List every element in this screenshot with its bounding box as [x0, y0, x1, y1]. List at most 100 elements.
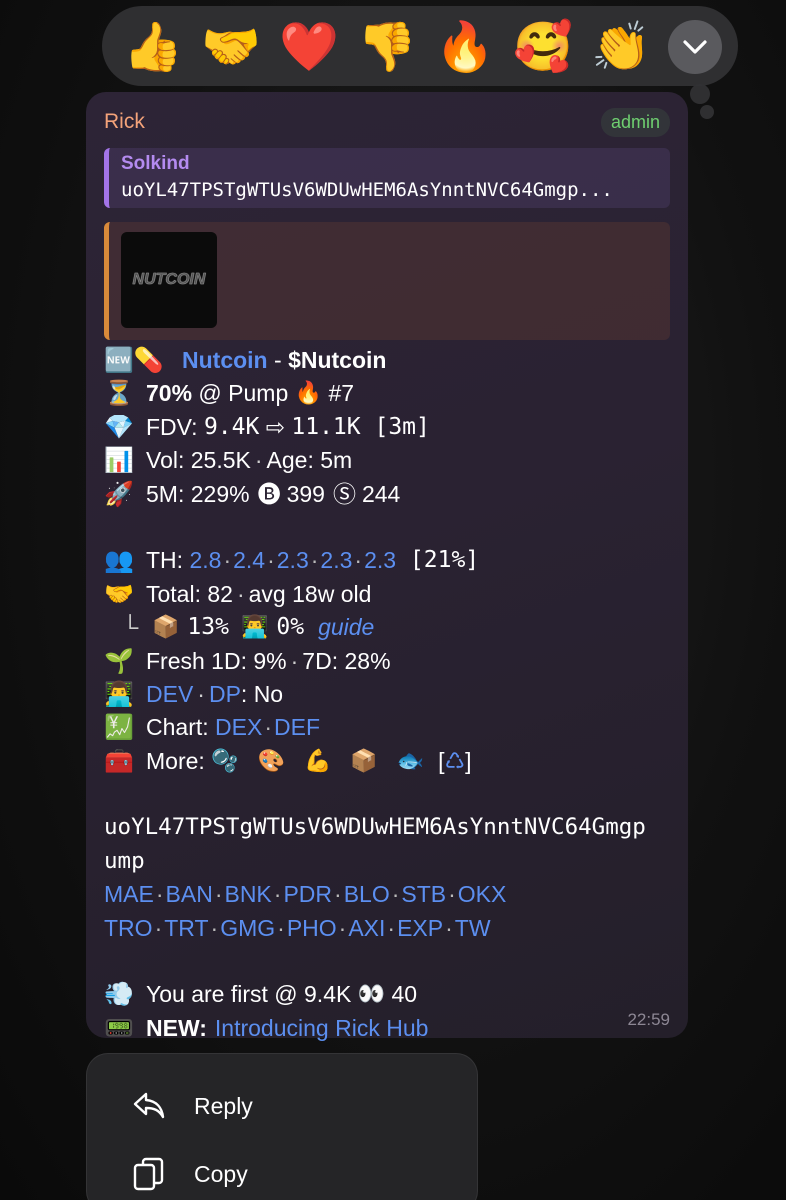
- fivem-label: 5M:: [146, 480, 191, 507]
- news-label: NEW:: [146, 1014, 207, 1041]
- tw-link[interactable]: TW: [455, 912, 491, 945]
- holder-link[interactable]: 2.8: [189, 544, 221, 577]
- pho-link[interactable]: PHO: [287, 912, 337, 945]
- more-tool-icons[interactable]: 🫧 🎨 💪 📦 🐟: [211, 745, 430, 778]
- new-pill-icon: 🆕💊: [104, 346, 164, 374]
- separator-dot: ·: [223, 547, 232, 574]
- blo-link[interactable]: BLO: [344, 878, 390, 911]
- separator-dot: ·: [197, 680, 205, 707]
- copy-icon: [131, 1156, 167, 1192]
- thumbs-down-reaction[interactable]: 👎: [348, 7, 426, 85]
- dp-link[interactable]: DP: [209, 678, 241, 711]
- heart-reaction[interactable]: ❤️: [270, 7, 348, 85]
- buys-count: 399: [286, 480, 325, 507]
- trt-link[interactable]: TRT: [164, 912, 208, 945]
- ban-link[interactable]: BAN: [166, 878, 213, 911]
- holder-breakdown-line: └ 📦 13% 👨‍💻 0% guide: [104, 611, 670, 644]
- handshake-reaction[interactable]: 🤝: [192, 7, 270, 85]
- fresh-1d: 9%: [253, 647, 287, 674]
- reaction-bar: 👍 🤝 ❤️ 👎 🔥 🥰 👏: [102, 6, 738, 86]
- dash-icon: 💨: [104, 980, 134, 1009]
- viewer-count: 40: [385, 981, 418, 1008]
- holder-link[interactable]: 2.3: [364, 544, 396, 577]
- token-dash: -: [267, 347, 289, 373]
- sells-icon: Ⓢ: [332, 480, 356, 507]
- tro-link[interactable]: TRO: [104, 912, 153, 945]
- recycle-link[interactable]: ♺: [445, 745, 466, 778]
- reply-label: Reply: [194, 1092, 253, 1119]
- mae-link[interactable]: MAE: [104, 878, 154, 911]
- fdv-label: FDV:: [146, 413, 204, 440]
- contract-address[interactable]: uoYL47TPSTgWTUsV6WDUwHEM6AsYnntNVC64Gmgp: [104, 811, 646, 844]
- quote-text: uoYL47TPSTgWTUsV6WDUwHEM6AsYnntNVC64Gmgp…: [121, 179, 613, 201]
- dev-percent: 0%: [276, 614, 305, 641]
- bnk-link[interactable]: BNK: [224, 878, 271, 911]
- nutcoin-logo[interactable]: NUTCOIN: [121, 232, 217, 328]
- thumbs-up-reaction[interactable]: 👍: [114, 7, 192, 85]
- dex-link[interactable]: DEX: [215, 711, 262, 744]
- separator-dot: ·: [277, 914, 285, 941]
- rick-hub-link[interactable]: Introducing Rick Hub: [215, 1012, 429, 1045]
- reaction-bar-tail-small: [700, 105, 714, 119]
- more-label: More:: [146, 747, 212, 774]
- clapping-reaction[interactable]: 👏: [582, 7, 660, 85]
- pdr-link[interactable]: PDR: [283, 878, 332, 911]
- chart-line: 💹 Chart: DEX · DEF: [104, 711, 670, 744]
- token-title-line: 🆕💊 Nutcoin - $Nutcoin: [104, 344, 670, 377]
- fresh-label: Fresh 1D:: [146, 647, 254, 674]
- fire-reaction[interactable]: 🔥: [426, 7, 504, 85]
- diamond-icon: 💎: [104, 412, 134, 441]
- fdv-from: 9.4K: [203, 413, 260, 440]
- link-preview[interactable]: NUTCOIN: [104, 222, 670, 340]
- smiling-hearts-reaction[interactable]: 🥰: [504, 7, 582, 85]
- th-label: TH:: [146, 547, 190, 574]
- close-bracket: ]: [465, 747, 472, 774]
- token-ticker: $Nutcoin: [288, 347, 387, 373]
- separator-dot: ·: [264, 714, 272, 741]
- toolbox-icon: 🧰: [104, 746, 134, 775]
- box-percent: 13%: [187, 614, 229, 641]
- reply-menu-item[interactable]: Reply: [87, 1073, 477, 1139]
- chevron-down-icon: [683, 40, 707, 54]
- stb-link[interactable]: STB: [401, 878, 446, 911]
- reply-quote[interactable]: Solkind uoYL47TPSTgWTUsV6WDUwHEM6AsYnntN…: [104, 148, 670, 208]
- first-caller-text: You are first @ 9.4K: [146, 981, 358, 1008]
- guide-link[interactable]: guide: [318, 611, 374, 644]
- gmg-link[interactable]: GMG: [220, 912, 275, 945]
- message-timestamp: 22:59: [627, 1010, 670, 1029]
- separator-dot: ·: [155, 881, 164, 908]
- holder-link[interactable]: 2.4: [233, 544, 265, 577]
- holder-link[interactable]: 2.3: [320, 544, 352, 577]
- pump-rank: #7: [322, 380, 355, 407]
- contract-address-suffix[interactable]: ump: [104, 845, 145, 878]
- pump-percent: 70%: [146, 380, 193, 407]
- sender-name[interactable]: Rick: [104, 110, 145, 134]
- separator-dot: ·: [387, 914, 396, 941]
- total-count: 82: [207, 580, 233, 607]
- separator-dot: ·: [236, 580, 245, 607]
- pager-icon: 📟: [104, 1013, 134, 1042]
- contract-address-line-2: ump: [104, 845, 670, 878]
- token-name-link[interactable]: Nutcoin: [182, 344, 268, 377]
- buys-icon: 🅑: [257, 480, 281, 507]
- separator-dot: ·: [154, 914, 163, 941]
- seedling-icon: 🌱: [104, 646, 134, 675]
- dev-icon: 👨‍💻: [240, 615, 269, 641]
- message-bubble[interactable]: Rick admin Solkind uoYL47TPSTgWTUsV6WDUw…: [86, 92, 688, 1042]
- message-body: 🆕💊 Nutcoin - $Nutcoin ⏳ 70% @ Pump 🔥 #7 …: [104, 344, 670, 1045]
- okx-link[interactable]: OKX: [458, 878, 507, 911]
- axi-link[interactable]: AXI: [348, 912, 385, 945]
- volume-line: 📊 Vol: 25.5K · Age: 5m: [104, 444, 670, 477]
- copy-menu-item[interactable]: Copy: [87, 1141, 477, 1200]
- def-link[interactable]: DEF: [274, 711, 320, 744]
- th-percent: [21%]: [396, 547, 480, 574]
- fresh-7d: 28%: [344, 647, 391, 674]
- separator-dot: ·: [354, 547, 363, 574]
- news-line: 📟 NEW: Introducing Rick Hub: [104, 1012, 670, 1045]
- total-label: Total:: [146, 580, 208, 607]
- expand-reactions-button[interactable]: [668, 20, 722, 74]
- holder-link[interactable]: 2.3: [277, 544, 309, 577]
- fdv-arrow: ⇨: [259, 413, 292, 440]
- dev-link[interactable]: DEV: [146, 678, 193, 711]
- exp-link[interactable]: EXP: [397, 912, 443, 945]
